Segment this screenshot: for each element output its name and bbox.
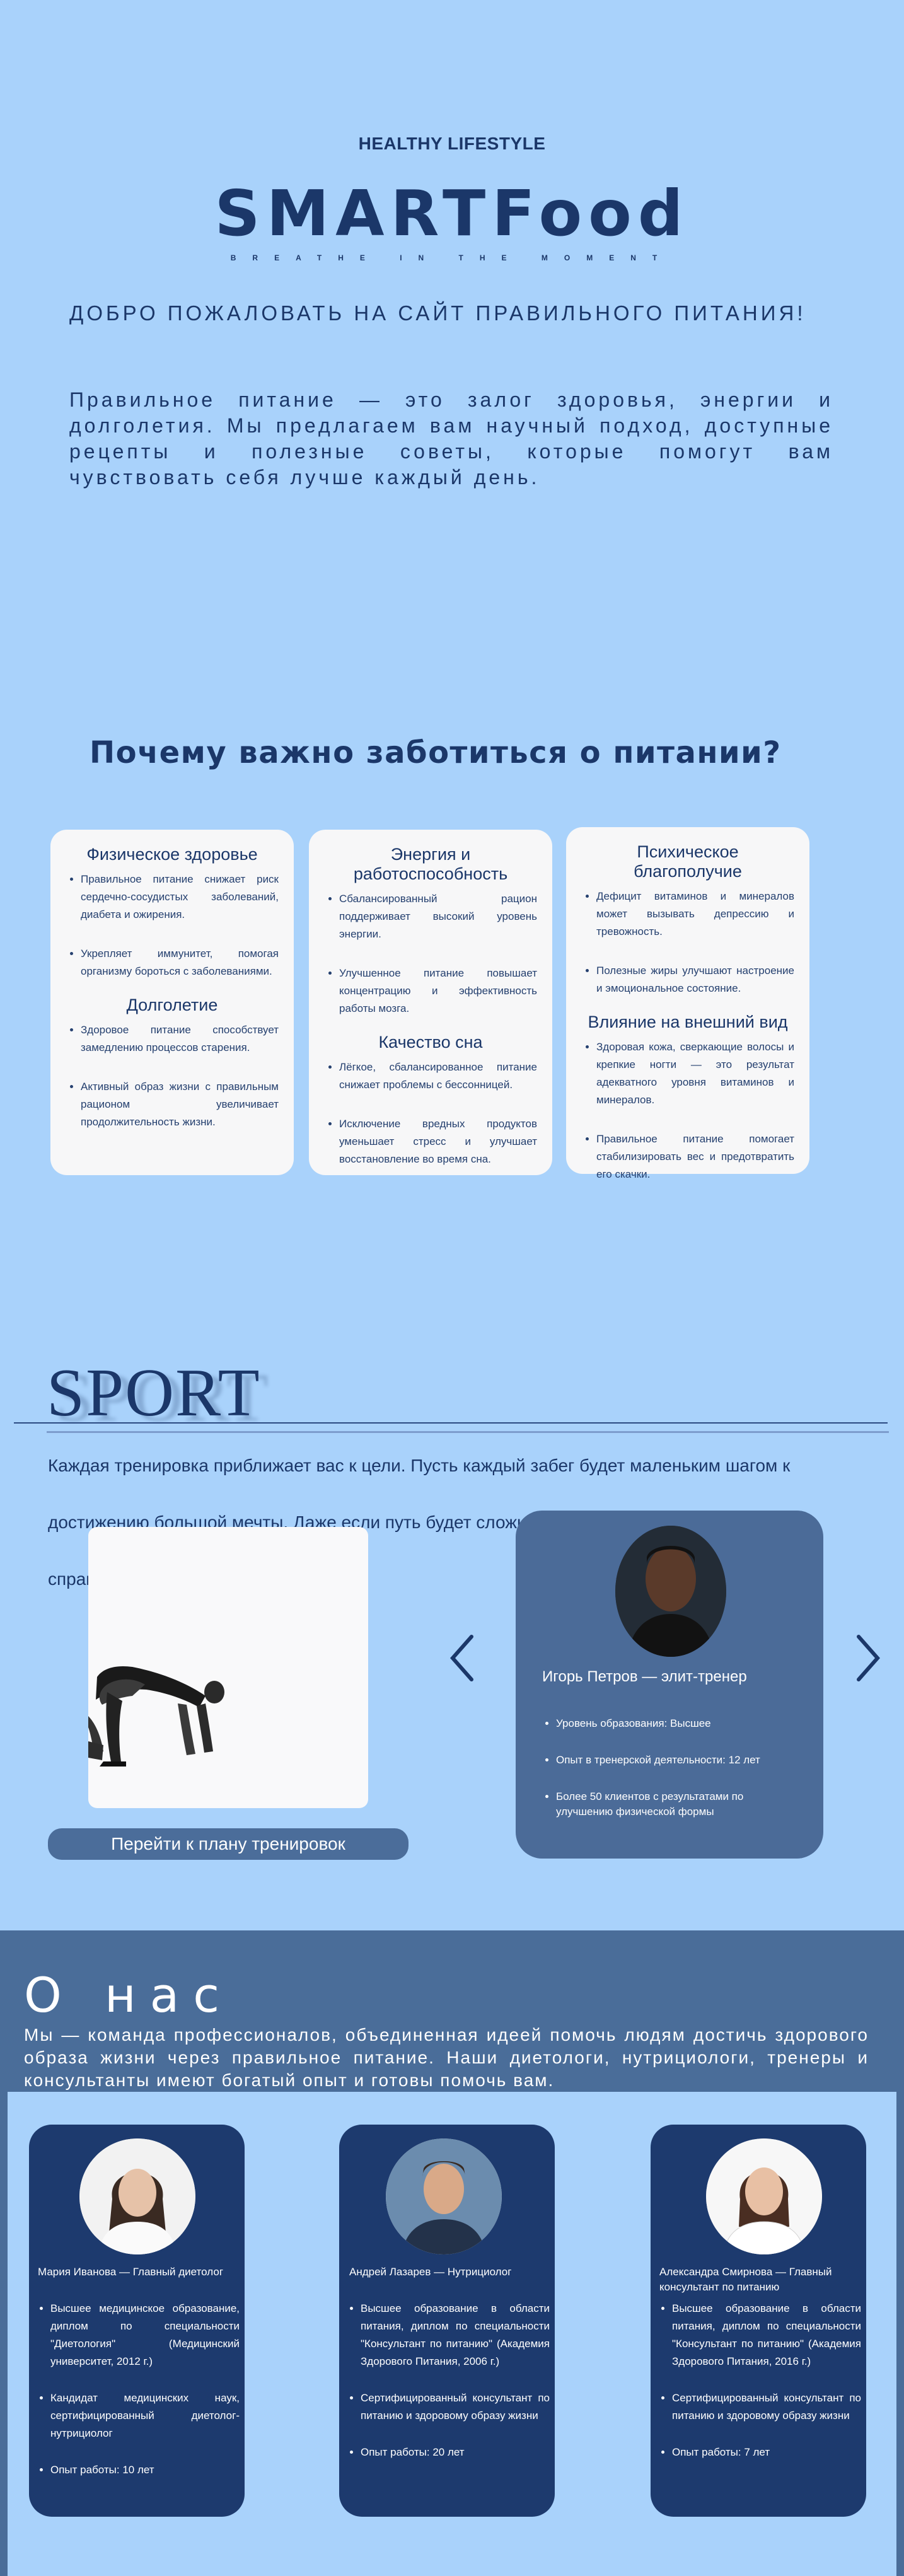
benefit-card: Психическое благополучие Дефицит витамин… bbox=[566, 827, 809, 1180]
trainer-avatar bbox=[615, 1526, 726, 1657]
carousel-next-arrow-icon[interactable] bbox=[852, 1633, 884, 1693]
list-item: Кандидат медицинских наук, сертифицирова… bbox=[50, 2389, 240, 2442]
sport-title: SPORT bbox=[47, 1355, 261, 1430]
card-item: Активный образ жизни с правильным рацион… bbox=[81, 1078, 279, 1131]
card-item: Здоровое питание способствует замедлению… bbox=[81, 1021, 279, 1057]
card-item: Укрепляет иммунитет, помогая организму б… bbox=[81, 945, 279, 980]
team-member-name: Мария Иванова — Главный диетолог bbox=[38, 2266, 224, 2278]
list-item: Высшее образование в области питания, ди… bbox=[672, 2300, 861, 2370]
card-item: Лёгкое, сбалансированное питание снижает… bbox=[339, 1059, 537, 1094]
list-item: Более 50 клиентов с результатами по улуч… bbox=[556, 1789, 801, 1819]
card-item: Исключение вредных продуктов уменьшает с… bbox=[339, 1115, 537, 1168]
divider bbox=[47, 1431, 889, 1433]
team-avatar bbox=[706, 2138, 822, 2254]
team-member-name: Александра Смирнова — Главный консультан… bbox=[659, 2266, 832, 2293]
card-item: Правильное питание снижает риск сердечно… bbox=[81, 871, 279, 924]
card-section-title: Психическое благополучие bbox=[634, 842, 742, 881]
list-item: Опыт работы: 20 лет bbox=[361, 2444, 550, 2461]
hero-tagline: BREATHE IN THE MOMENT bbox=[230, 253, 674, 262]
card-section-title: Физическое здоровье bbox=[86, 845, 258, 864]
team-member-details: Высшее образование в области питания, ди… bbox=[348, 2300, 550, 2480]
card-item: Дефицит витаминов и минералов может вызы… bbox=[596, 888, 794, 941]
benefit-card: Физическое здоровье Правильное питание с… bbox=[50, 830, 294, 1175]
card-item: Полезные жиры улучшают настроение и эмоц… bbox=[596, 962, 794, 997]
list-item: Опыт в тренерской деятельности: 12 лет bbox=[556, 1753, 801, 1768]
training-plan-button[interactable]: Перейти к плану тренировок bbox=[48, 1828, 409, 1860]
trainer-card: Игорь Петров — элит-тренер Уровень образ… bbox=[516, 1511, 823, 1859]
card-item: Здоровая кожа, сверкающие волосы и крепк… bbox=[596, 1038, 794, 1109]
team-card: Александра Смирнова — Главный консультан… bbox=[651, 2125, 866, 2517]
card-section-title: Влияние на внешний вид bbox=[588, 1012, 788, 1031]
about-text: Мы — команда профессионалов, объединенна… bbox=[24, 2025, 869, 2090]
site-logo: SMARTFood bbox=[214, 177, 690, 250]
list-item: Уровень образования: Высшее bbox=[556, 1716, 801, 1731]
team-member-details: Высшее медицинское образование, диплом п… bbox=[38, 2300, 240, 2498]
team-card: Андрей Лазарев — Нутрициолог Высшее обра… bbox=[339, 2125, 555, 2517]
card-section-title: Качество сна bbox=[378, 1033, 483, 1052]
trainer-name: Игорь Петров — элит-тренер bbox=[542, 1668, 747, 1685]
athlete-silhouette-icon bbox=[88, 1666, 224, 1767]
about-title: О нас bbox=[24, 1967, 234, 2023]
divider bbox=[14, 1422, 888, 1424]
athlete-photo bbox=[88, 1527, 368, 1808]
card-item: Правильное питание помогает стабилизиров… bbox=[596, 1130, 794, 1183]
card-item: Улучшенное питание повышает концентрацию… bbox=[339, 965, 537, 1018]
card-item: Сбалансированный рацион поддерживает выс… bbox=[339, 890, 537, 943]
team-avatar bbox=[79, 2138, 195, 2254]
benefit-card: Энергия и работоспособность Сбалансирова… bbox=[309, 830, 552, 1175]
team-card: Мария Иванова — Главный диетолог Высшее … bbox=[29, 2125, 245, 2517]
team-member-name: Андрей Лазарев — Нутрициолог bbox=[349, 2266, 512, 2278]
list-item: Высшее образование в области питания, ди… bbox=[361, 2300, 550, 2370]
list-item: Опыт работы: 10 лет bbox=[50, 2461, 240, 2479]
trainer-details: Уровень образования: Высшее Опыт в трене… bbox=[542, 1716, 801, 1841]
list-item: Опыт работы: 7 лет bbox=[672, 2444, 861, 2461]
list-item: Сертифицированный консультант по питанию… bbox=[672, 2389, 861, 2425]
intro-paragraph: Правильное питание — это залог здоровья,… bbox=[69, 388, 833, 489]
team-avatar bbox=[386, 2138, 502, 2254]
card-section-title: Энергия и работоспособность bbox=[353, 845, 508, 883]
list-item: Сертифицированный консультант по питанию… bbox=[361, 2389, 550, 2425]
carousel-prev-arrow-icon[interactable] bbox=[446, 1633, 478, 1693]
card-section-title: Долголетие bbox=[126, 995, 218, 1014]
list-item: Высшее медицинское образование, диплом п… bbox=[50, 2300, 240, 2370]
why-section-title: Почему важно заботиться о питании? bbox=[90, 735, 782, 770]
team-member-details: Высшее образование в области питания, ди… bbox=[659, 2300, 861, 2480]
hero-kicker: HEALTHY LIFESTYLE bbox=[358, 134, 546, 153]
welcome-heading: Добро пожаловать на сайт правильного пит… bbox=[69, 301, 806, 325]
